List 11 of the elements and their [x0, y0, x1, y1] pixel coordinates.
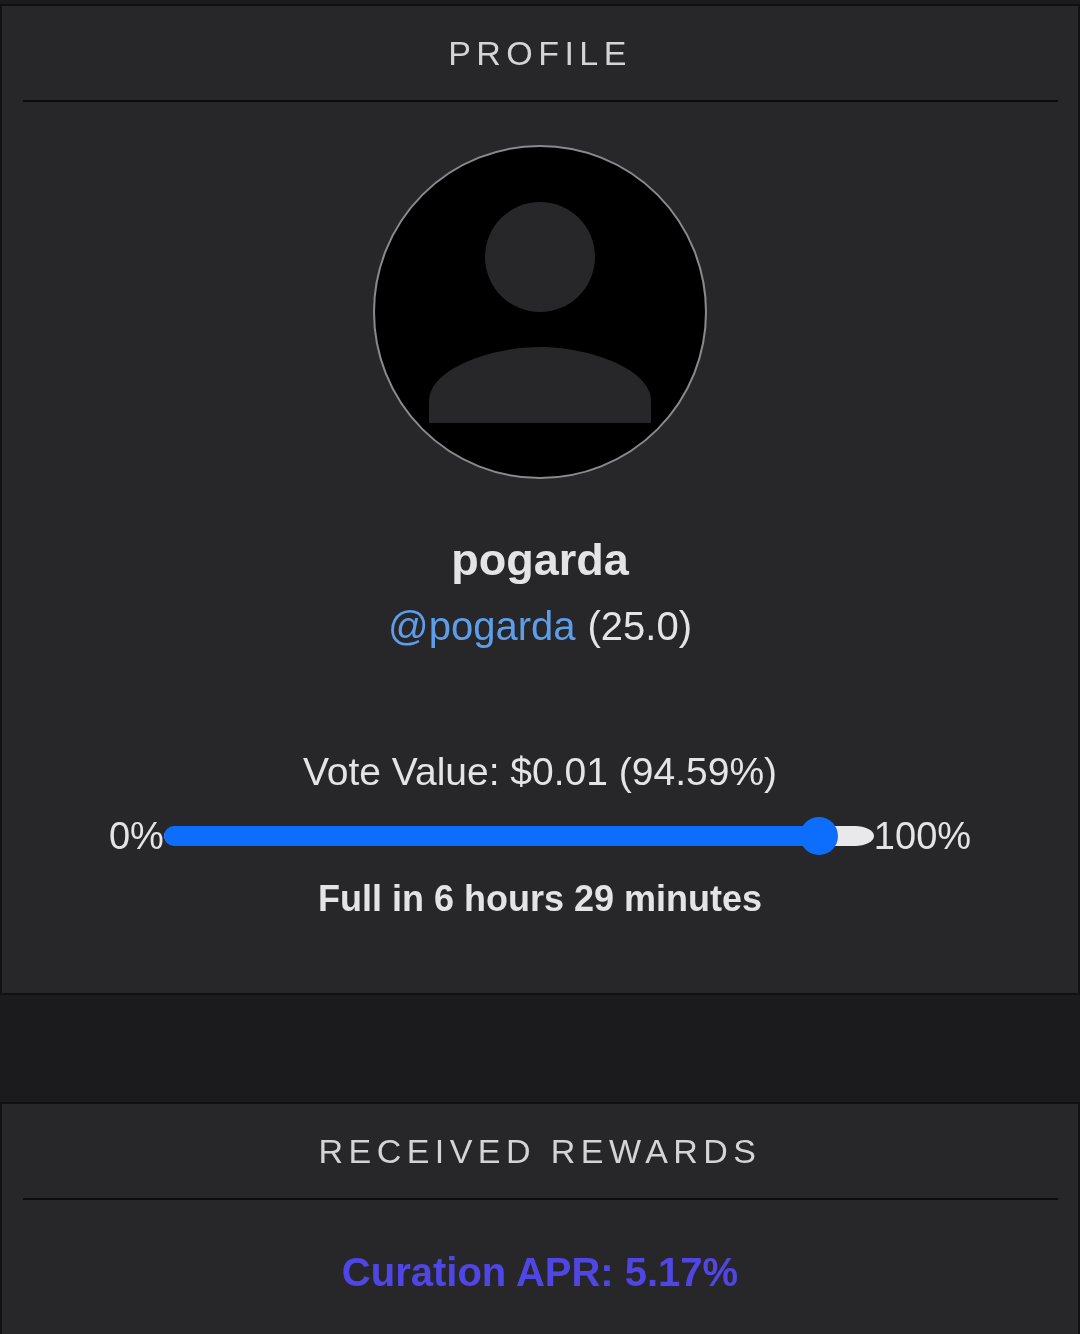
slider-min-label: 0% — [108, 817, 164, 855]
reputation-score: (25.0) — [587, 603, 692, 650]
curation-apr: Curation APR: 5.17% — [341, 1249, 739, 1296]
display-name: pogarda — [451, 534, 629, 586]
section-title: PROFILE — [448, 32, 632, 74]
vote-value: Vote Value: $0.01 (94.59%) — [302, 748, 778, 795]
username-link[interactable]: @pogarda — [388, 596, 576, 656]
section-title: RECEIVED REWARDS — [318, 1130, 762, 1172]
slider-max-label: 100% — [873, 817, 972, 855]
avatar-icon — [373, 145, 707, 479]
recharge-time: Full in 6 hours 29 minutes — [317, 877, 763, 921]
